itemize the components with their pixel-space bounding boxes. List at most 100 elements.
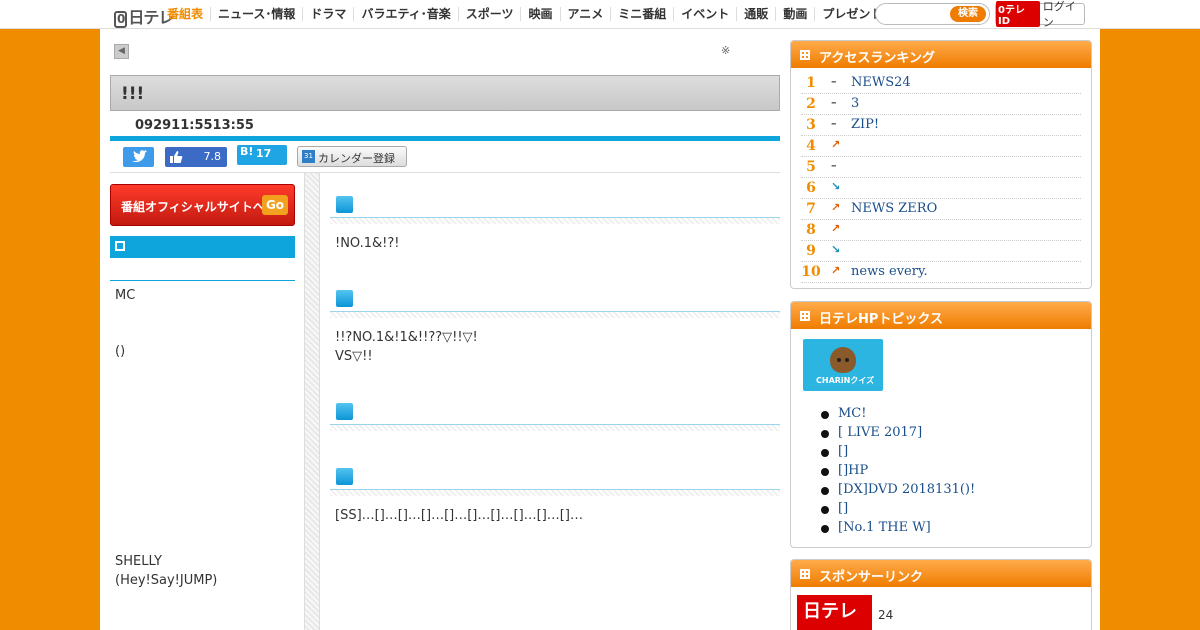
ranking-row[interactable]: 4 ↗ [801,136,1081,157]
topic-link[interactable]: [No.1 THE W] [821,520,975,539]
search-input[interactable]: 検索 [875,3,990,25]
cast-note: () [115,344,126,359]
program-title: !!! [121,84,145,104]
thumbs-up-icon [170,151,183,163]
topics-title: 日テレHPトピックス [819,312,944,327]
page-content: ◀ ※ !!! 092911:5513:55 7.8 B! 17 31 カレンダ… [100,29,1100,630]
ranking-row[interactable]: 5– [801,157,1081,178]
nav-item-event[interactable]: イベント [673,7,736,21]
trend-arrow-icon: ↗ [831,264,841,277]
ranking-title[interactable]: 3 [851,96,859,111]
topic-link[interactable]: [ LIVE 2017] [821,425,975,444]
nav-item-news[interactable]: ニュース･情報 [210,7,302,21]
ntv-id-icon: 0テレ ID [996,1,1040,27]
section-text-1: !NO.1&!?! [335,236,400,251]
topic-link[interactable]: [DX]DVD 2018131()! [821,482,975,501]
trend-arrow-icon: ↗ [831,222,841,235]
trend-arrow-icon: – [831,159,837,172]
twitter-bird-icon [132,150,147,163]
topic-link[interactable]: []HP [821,463,975,482]
access-ranking-header: アクセスランキング [791,41,1091,68]
nav-item-video[interactable]: 動画 [775,7,814,21]
rank-number: 6 [806,180,816,196]
official-site-label: 番組オフィシャルサイトへ [121,200,265,214]
calendar-register-button[interactable]: 31 カレンダー登録 [297,146,407,167]
login-button[interactable]: 0テレ ID ログイン [995,0,1085,29]
ranking-row[interactable]: 3 – ZIP! [801,115,1081,136]
topic-link[interactable]: MC! [821,406,975,425]
section-icon [336,468,353,485]
ranking-row[interactable]: 9 ↘ [801,241,1081,262]
rank-number: 4 [806,138,816,154]
rank-number: 9 [806,243,816,259]
topics-box: 日テレHPトピックス CHARiNクイズ MC![ LIVE 2017][][]… [790,301,1092,548]
left-section-header [110,236,295,258]
note-mark: ※ [721,44,731,57]
access-ranking-title: アクセスランキング [819,51,935,66]
cast-name: SHELLY [115,554,162,569]
top-navigation: 0 日テレ 番組表 ニュース･情報 ドラマ バラエティ･音楽 スポーツ 映画 アニ… [0,0,1200,29]
official-site-button[interactable]: 番組オフィシャルサイトへ Go [110,184,295,226]
section-icon [336,403,353,420]
back-arrow-icon[interactable]: ◀ [114,44,129,59]
column-divider [304,173,320,630]
calendar-icon: 31 [302,150,315,163]
charin-quiz-banner[interactable]: CHARiNクイズ [803,339,883,391]
grid-icon [800,569,810,579]
nav-item-shopping[interactable]: 通販 [736,7,775,21]
sponsor-box: スポンサーリンク 日テレ 24 [790,559,1092,630]
nav-item-drama[interactable]: ドラマ [302,7,353,21]
section-text-4: [SS]…[]…[]…[]…[]…[]…[]…[]…[]…[]… [335,508,583,523]
sponsor-title: スポンサーリンク [819,570,924,585]
facebook-like-button[interactable]: 7.8 [165,147,227,167]
trend-arrow-icon: ↗ [831,138,841,151]
section-text-2a: !!?NO.1&!1&!!??▽!!▽! [335,330,478,345]
nav-item-anime[interactable]: アニメ [559,7,611,21]
cast-label: MC [115,288,136,303]
access-ranking-box: アクセスランキング 1– NEWS24 2–3 3– ZIP! 4 ↗ 5–6 ↘ 7 ↗ NEWS … [790,40,1092,289]
grid-icon [800,50,810,60]
search-button[interactable]: 検索 [950,6,986,22]
section-header-4 [330,460,780,496]
nav-item-sports[interactable]: スポーツ [457,7,521,21]
trend-arrow-icon: – [831,117,837,130]
nav-item-schedule[interactable]: 番組表 [160,7,210,21]
trend-arrow-icon: ↘ [831,243,841,256]
section-text-2b: VS▽!! [335,349,373,364]
rank-number: 2 [806,96,816,112]
ranking-title[interactable]: news every. [851,264,928,279]
ranking-row[interactable]: 7 ↗ NEWS ZERO [801,199,1081,220]
rank-number: 1 [806,75,816,91]
nav-item-movie[interactable]: 映画 [520,7,559,21]
grid-icon [800,311,810,321]
ranking-row[interactable]: 8 ↗ [801,220,1081,241]
rank-number: 10 [801,264,821,280]
section-header-1 [330,188,780,224]
hatena-bookmark-button[interactable]: B! 17 [237,145,287,165]
nav-menu: 番組表 ニュース･情報 ドラマ バラエティ･音楽 スポーツ 映画 アニメ ミニ番… [160,0,889,28]
topic-link[interactable]: [] [821,444,975,463]
ranking-row[interactable]: 10 ↗ news every. [801,262,1081,283]
program-title-bar: !!! [110,75,780,111]
sponsor-text[interactable]: 24 [878,608,893,622]
banner-text: CHARiNクイズ [816,376,875,385]
section-header-3 [330,395,780,431]
broadcast-date: 092911:5513:55 [135,118,254,133]
hatena-icon: B! [240,145,254,158]
ranking-row[interactable]: 6 ↘ [801,178,1081,199]
twitter-button[interactable] [123,147,154,167]
ranking-row[interactable]: 2 – 3 [801,94,1081,115]
ranking-title[interactable]: NEWS24 [851,75,911,90]
nav-item-mini[interactable]: ミニ番組 [610,7,673,21]
login-label: ログイン [1042,0,1076,29]
nav-item-variety[interactable]: バラエティ･音楽 [353,7,457,21]
sponsor-logo[interactable]: 日テレ [797,595,872,630]
trend-arrow-icon: – [831,75,837,88]
trend-arrow-icon: ↘ [831,180,841,193]
section-icon [336,290,353,307]
ranking-row[interactable]: 1 – NEWS24 [801,73,1081,94]
topic-link[interactable]: [] [821,501,975,520]
ranking-title[interactable]: NEWS ZERO [851,201,937,216]
acorn-character-icon [830,347,856,373]
ranking-title[interactable]: ZIP! [851,117,879,132]
